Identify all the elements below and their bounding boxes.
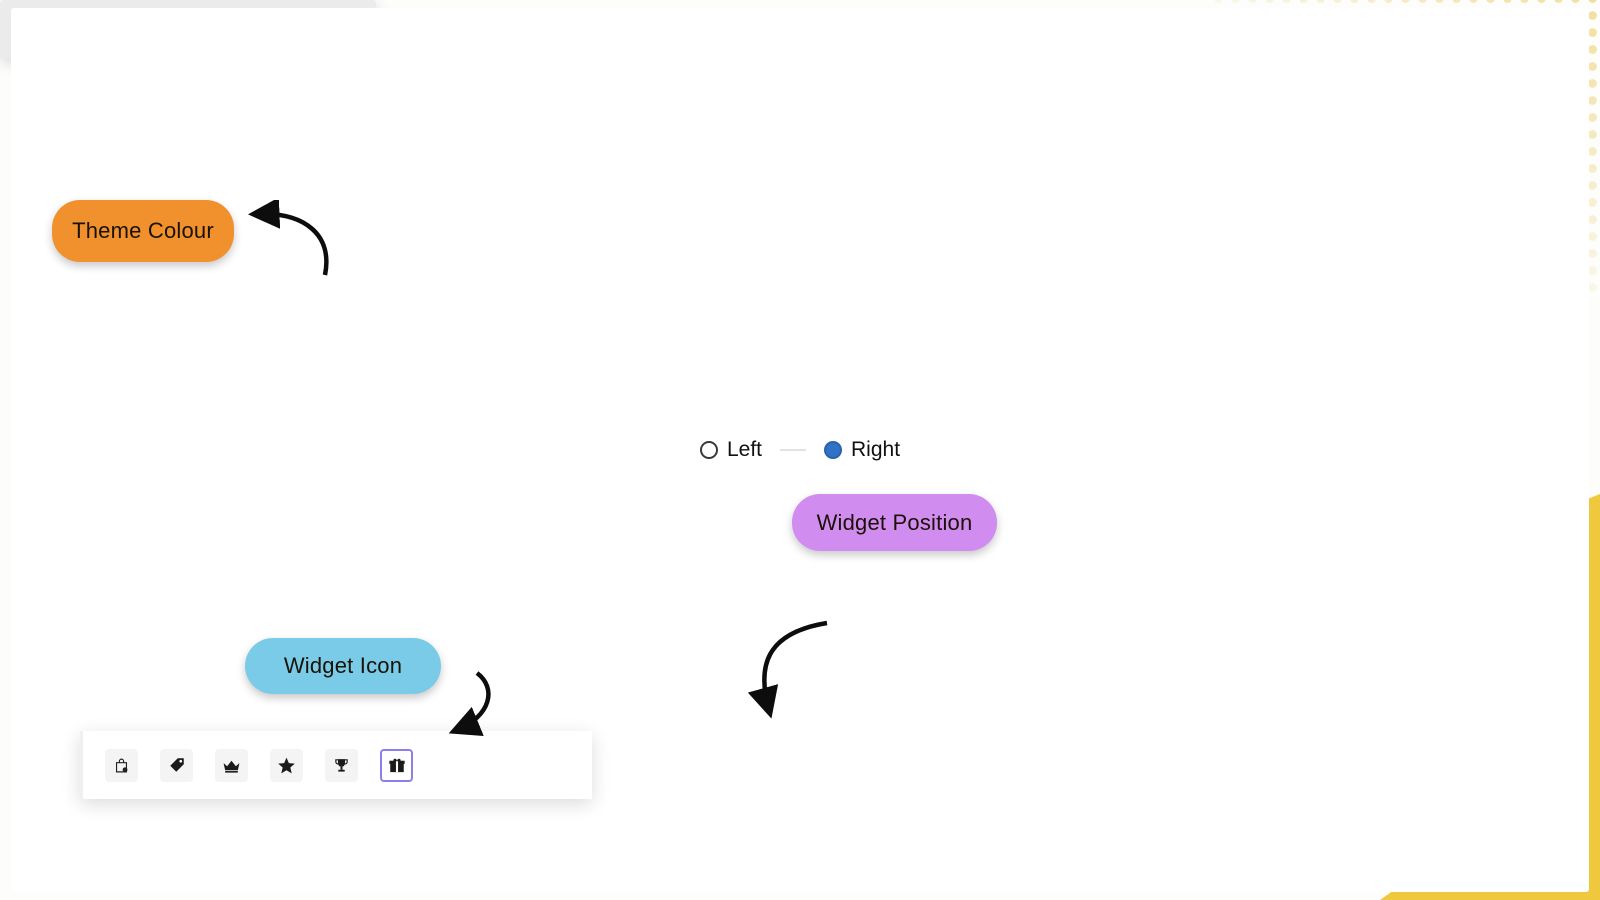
shopping-bag-icon <box>115 758 128 772</box>
radio-right-label: Right <box>851 438 901 461</box>
trophy-icon <box>335 758 348 772</box>
tag-icon <box>169 758 184 772</box>
radio-left-label: Left <box>726 438 762 461</box>
page-root: Customised Widget Effortlessly create a … <box>0 0 1600 900</box>
annotation-theme-colour-label: Theme Colour <box>72 218 214 243</box>
icon-option-crown[interactable] <box>215 748 248 782</box>
icon-option-trophy[interactable] <box>325 748 358 782</box>
radio-right[interactable] <box>824 441 842 459</box>
annotation-theme-colour: Theme Colour <box>52 200 234 262</box>
position-option-left[interactable]: Left <box>699 438 762 462</box>
icon-option-shopping-bag[interactable] <box>105 748 138 782</box>
star-icon <box>278 757 295 773</box>
widget-position-panel: Left Right <box>0 0 1589 892</box>
annotation-widget-icon-label: Widget Icon <box>283 653 403 678</box>
annotation-widget-position: Widget Position <box>792 494 997 551</box>
widget-icon-picker <box>80 731 592 799</box>
position-option-right[interactable]: Right <box>824 438 900 462</box>
option-separator <box>780 449 806 451</box>
annotation-widget-position-label: Widget Position <box>816 509 973 535</box>
icon-option-gift[interactable] <box>380 748 413 782</box>
radio-left[interactable] <box>699 441 718 459</box>
icon-option-star[interactable] <box>270 748 303 782</box>
icon-option-tag[interactable] <box>160 748 193 782</box>
annotation-widget-icon: Widget Icon <box>245 638 441 694</box>
crown-icon <box>223 760 240 773</box>
gift-icon <box>388 758 405 773</box>
